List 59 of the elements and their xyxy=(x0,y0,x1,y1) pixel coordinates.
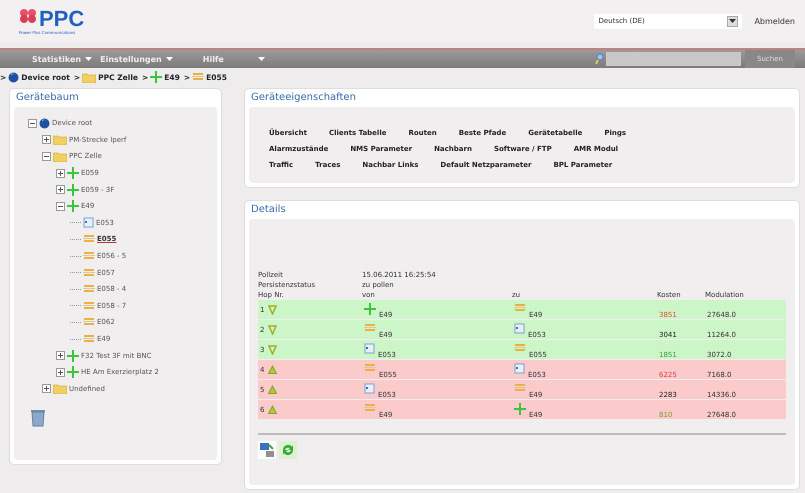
search-field[interactable] xyxy=(606,52,741,66)
panel-title: Geräteeigenschaften xyxy=(250,91,357,105)
trash-icon[interactable] xyxy=(30,407,46,428)
caret-icon xyxy=(166,57,173,61)
plus-icon xyxy=(67,366,79,378)
expand-icon[interactable] xyxy=(56,351,65,360)
expand-icon[interactable] xyxy=(56,168,65,178)
panel-title: Details xyxy=(250,203,287,217)
square-icon xyxy=(514,323,525,334)
folder-icon xyxy=(53,150,67,162)
logo-icon xyxy=(18,8,38,24)
plus-icon xyxy=(67,350,79,362)
double-bar-icon xyxy=(83,234,95,244)
double-bar-icon xyxy=(364,363,376,373)
plus-icon xyxy=(150,71,162,83)
logout-link[interactable]: Abmelden xyxy=(754,16,795,26)
double-bar-icon xyxy=(192,72,204,82)
double-bar-icon xyxy=(83,268,95,278)
plus-icon xyxy=(67,200,79,212)
double-bar-icon xyxy=(514,343,526,353)
double-bar-icon xyxy=(514,383,526,393)
collapse-icon[interactable] xyxy=(28,118,37,128)
globe-icon xyxy=(8,72,20,82)
expand-icon[interactable] xyxy=(42,135,51,144)
network-icon[interactable] xyxy=(258,441,276,459)
double-bar-icon xyxy=(514,303,526,313)
plus-icon xyxy=(67,167,79,180)
collapse-icon[interactable] xyxy=(42,152,51,161)
search-icon xyxy=(595,53,604,65)
square-icon xyxy=(514,363,525,374)
panel-title: Gerätebaum xyxy=(15,91,80,105)
logo-text: PPC xyxy=(39,8,84,30)
warning-icon xyxy=(268,405,278,414)
double-bar-icon xyxy=(83,284,95,294)
plus-icon xyxy=(364,303,376,315)
folder-icon xyxy=(82,72,96,82)
collapse-icon[interactable] xyxy=(56,202,65,211)
folder-icon xyxy=(53,383,67,394)
double-bar-icon xyxy=(364,323,376,333)
expand-icon[interactable] xyxy=(56,185,65,194)
warning-icon xyxy=(268,365,278,374)
double-bar-icon xyxy=(83,251,95,262)
globe-icon xyxy=(39,118,50,129)
expand-icon[interactable] xyxy=(42,384,51,394)
double-bar-icon xyxy=(364,403,376,413)
double-bar-icon xyxy=(83,334,95,344)
caret-icon xyxy=(85,57,92,61)
square-icon xyxy=(364,343,375,354)
dropdown-icon xyxy=(727,16,738,26)
plus-icon xyxy=(67,184,79,196)
warning-icon xyxy=(268,385,278,394)
folder-icon xyxy=(53,134,67,146)
square-icon xyxy=(364,383,375,394)
square-icon xyxy=(83,217,94,228)
double-bar-icon xyxy=(83,300,95,311)
plus-icon xyxy=(514,403,526,415)
double-bar-icon xyxy=(83,317,95,328)
expand-icon[interactable] xyxy=(56,368,65,377)
caret-icon xyxy=(258,57,265,61)
